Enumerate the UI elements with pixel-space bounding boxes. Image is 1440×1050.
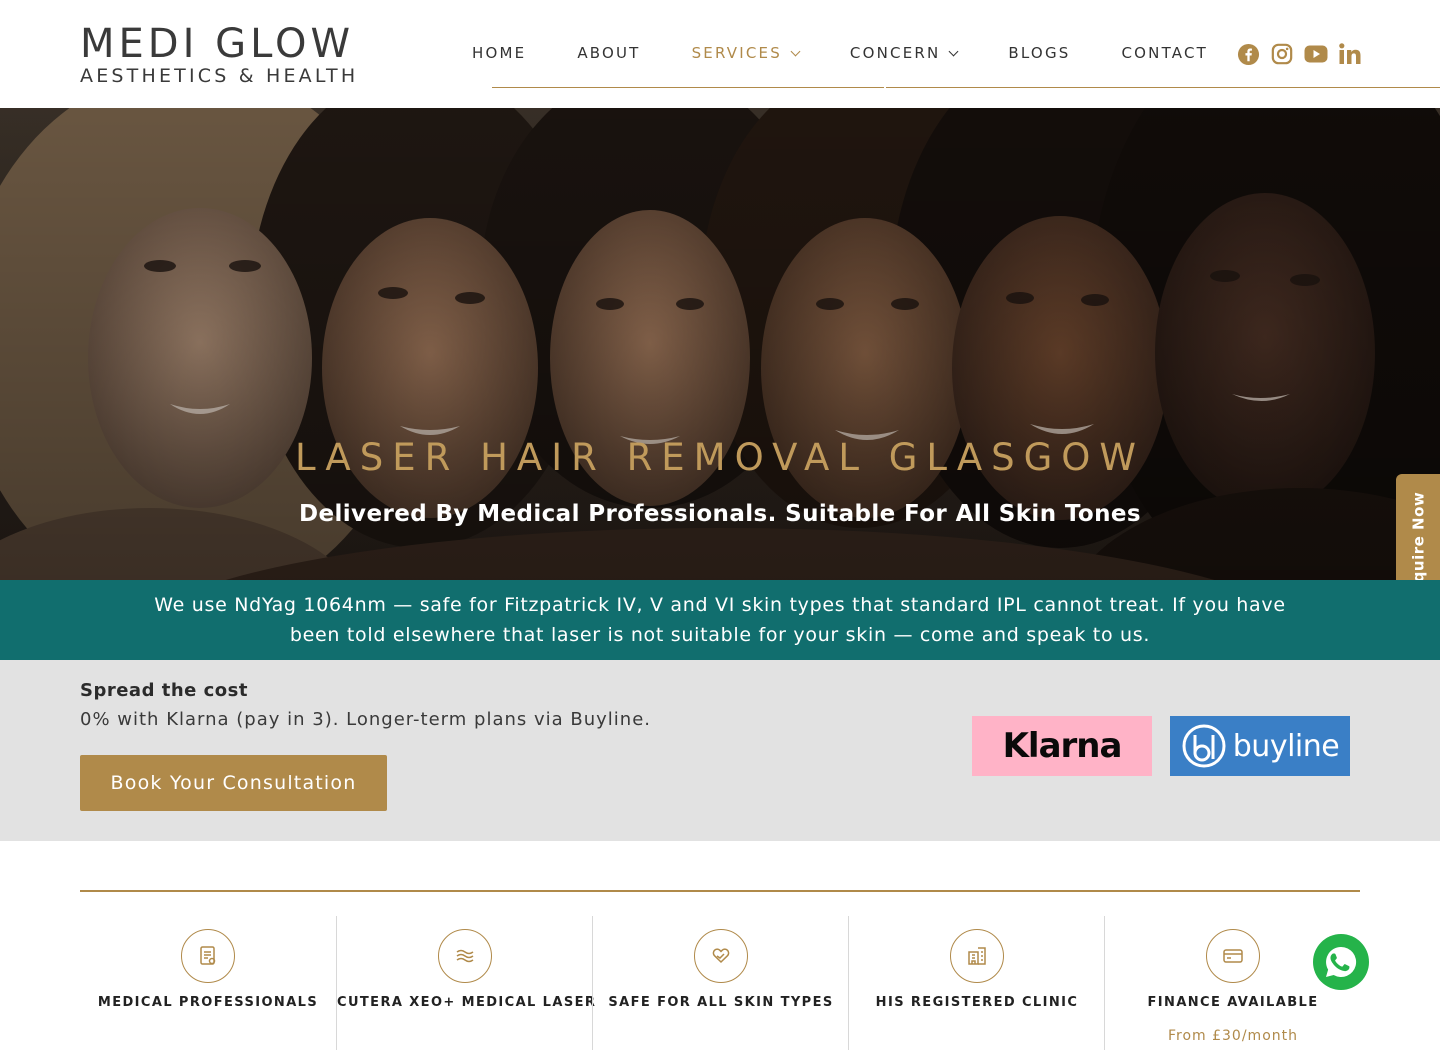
- site-header: MEDI GLOW AESTHETICS & HEALTH HOME ABOUT…: [0, 0, 1440, 108]
- buyline-text: buyline: [1232, 728, 1340, 764]
- feature-item: SAFE FOR ALL SKIN TYPES: [592, 916, 848, 1050]
- nav-underline: [492, 87, 884, 88]
- heart-hands-icon: [694, 929, 748, 983]
- instagram-icon[interactable]: [1270, 42, 1294, 66]
- hero-banner: LASER HAIR REMOVAL GLASGOW Delivered By …: [0, 108, 1440, 580]
- feature-label: HIS REGISTERED CLINIC: [875, 995, 1079, 1010]
- nav-about[interactable]: ABOUT: [577, 44, 640, 62]
- logo-sub-text: AESTHETICS & HEALTH: [80, 65, 359, 87]
- section-divider: [80, 890, 1360, 892]
- finance-note: From £30/month: [1167, 1028, 1298, 1044]
- nav-services-label: SERVICES: [691, 44, 782, 62]
- nav-home[interactable]: HOME: [472, 44, 526, 62]
- certificate-icon: [181, 929, 235, 983]
- buyline-mark-icon: [1182, 724, 1226, 768]
- finance-section: Spread the cost 0% with Klarna (pay in 3…: [0, 660, 1440, 841]
- clinic-building-icon: [950, 929, 1004, 983]
- linkedin-icon[interactable]: [1338, 42, 1362, 66]
- feature-label: MEDICAL PROFESSIONALS: [97, 995, 319, 1010]
- youtube-icon[interactable]: [1304, 42, 1328, 66]
- nav-contact[interactable]: CONTACT: [1122, 44, 1209, 62]
- facebook-icon[interactable]: [1236, 42, 1260, 66]
- laser-waves-icon: [438, 929, 492, 983]
- nav-services[interactable]: SERVICES: [691, 44, 801, 62]
- main-nav: HOME ABOUT SERVICES CONCERN BLOGS CONTAC…: [472, 44, 1208, 62]
- feature-item: MEDICAL PROFESSIONALS: [80, 916, 336, 1050]
- klarna-logo: Klarna: [972, 716, 1152, 776]
- feature-label: SAFE FOR ALL SKIN TYPES: [608, 995, 834, 1010]
- nav-underline: [886, 87, 1440, 88]
- features-row: MEDICAL PROFESSIONALS CUTERA XEO+ MEDICA…: [80, 916, 1360, 1050]
- skin-type-banner: We use NdYag 1064nm — safe for Fitzpatri…: [0, 580, 1440, 660]
- banner-line-2: been told elsewhere that laser is not su…: [289, 624, 1151, 646]
- feature-item: CUTERA XEO+ MEDICAL LASER: [336, 916, 597, 1050]
- whatsapp-button[interactable]: [1313, 934, 1369, 990]
- logo-main-text: MEDI GLOW: [80, 21, 354, 67]
- nav-concern-label: CONCERN: [849, 44, 941, 62]
- nav-blogs[interactable]: BLOGS: [1008, 44, 1070, 62]
- social-links: [1236, 42, 1362, 66]
- finance-title: Spread the cost: [80, 680, 248, 701]
- whatsapp-icon: [1326, 946, 1357, 977]
- nav-concern[interactable]: CONCERN: [849, 44, 959, 62]
- finance-text: 0% with Klarna (pay in 3). Longer-term p…: [80, 709, 652, 730]
- feature-label: CUTERA XEO+ MEDICAL LASER: [337, 995, 597, 1010]
- feature-label: FINANCE AVAILABLE: [1147, 995, 1319, 1010]
- chevron-down-icon: [790, 46, 801, 56]
- banner-line-1: We use NdYag 1064nm — safe for Fitzpatri…: [154, 594, 1286, 616]
- feature-item: HIS REGISTERED CLINIC: [848, 916, 1104, 1050]
- site-logo[interactable]: MEDI GLOW AESTHETICS & HEALTH: [80, 24, 380, 87]
- buyline-logo: buyline: [1170, 716, 1350, 776]
- chevron-down-icon: [948, 46, 959, 56]
- hero-subtitle: Delivered By Medical Professionals. Suit…: [299, 501, 1141, 527]
- credit-card-icon: [1206, 929, 1260, 983]
- hero-title: LASER HAIR REMOVAL GLASGOW: [294, 436, 1146, 479]
- book-consultation-button[interactable]: Book Your Consultation: [80, 755, 387, 811]
